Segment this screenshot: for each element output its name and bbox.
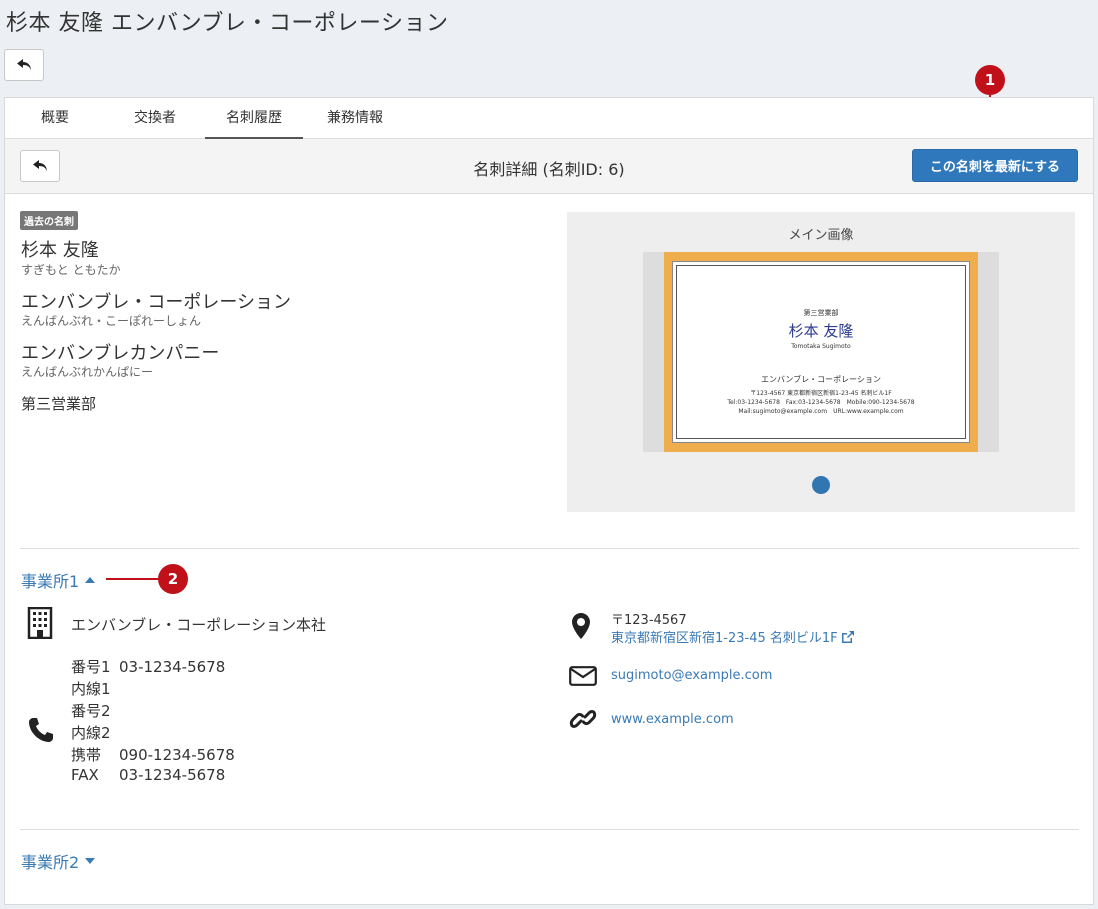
divider bbox=[20, 829, 1079, 830]
page-title: 杉本 友隆 エンバンブレ・コーポレーション bbox=[6, 11, 449, 36]
phone-icon bbox=[29, 718, 53, 742]
card-company: エンバンブレ・コーポレーション bbox=[761, 375, 881, 384]
tab-bar: 概要 交換者 名刺履歴 兼務情報 bbox=[5, 98, 1093, 139]
card-name: 杉本 友隆 bbox=[788, 322, 854, 340]
company-alt-kana: えんばんぶれかんぱにー bbox=[21, 365, 154, 379]
phone-row: 内線1 bbox=[71, 678, 119, 699]
office1-toggle[interactable]: 事業所1 bbox=[21, 568, 96, 592]
website-link[interactable]: www.example.com bbox=[611, 712, 734, 727]
phone-value: 03-1234-5678 bbox=[119, 658, 226, 676]
phone-label: FAX bbox=[71, 766, 99, 784]
callout-2-line bbox=[106, 578, 158, 580]
tab-overview[interactable]: 概要 bbox=[5, 98, 105, 139]
card-tel: Tel:03-1234-5678 Fax:03-1234-5678 Mobile… bbox=[727, 399, 915, 406]
link-icon bbox=[569, 710, 597, 728]
caret-up-icon bbox=[85, 577, 96, 583]
external-link-icon bbox=[841, 631, 854, 643]
main-image-panel: メイン画像 第三営業部 杉本 友隆 Tomotaka Sugimoto エンバン… bbox=[567, 212, 1075, 512]
divider bbox=[20, 548, 1079, 549]
phone-label: 携帯 bbox=[71, 746, 102, 764]
main-image-label: メイン画像 bbox=[788, 228, 854, 243]
phone-row: 番号2 bbox=[71, 700, 119, 721]
company-kana: えんばんぶれ・こーぽれーしょん bbox=[21, 314, 202, 328]
person-name: 杉本 友隆 bbox=[21, 240, 99, 261]
main-panel: 概要 交換者 名刺履歴 兼務情報 名刺詳細 (名刺ID: 6) この名刺を最新に… bbox=[4, 97, 1094, 905]
phone-row: FAX 03-1234-5678 bbox=[71, 766, 225, 784]
map-marker-icon bbox=[572, 613, 590, 639]
phone-value: 090-1234-5678 bbox=[119, 746, 235, 764]
phone-label: 内線2 bbox=[71, 724, 111, 742]
phone-row: 携帯 090-1234-5678 bbox=[71, 744, 235, 765]
address-link[interactable]: 東京都新宿区新宿1-23-45 名刺ビル1F bbox=[611, 627, 854, 646]
company-name: エンバンブレ・コーポレーション bbox=[21, 292, 291, 313]
tab-card-history[interactable]: 名刺履歴 bbox=[205, 98, 303, 139]
card-dept: 第三営業部 bbox=[803, 309, 839, 317]
phone-label: 番号2 bbox=[71, 702, 111, 720]
detail-header: 名刺詳細 (名刺ID: 6) この名刺を最新にする bbox=[5, 139, 1093, 194]
back-button[interactable] bbox=[4, 49, 44, 81]
card-address: 〒123-4567 東京都新宿区新宿1-23-45 名刺ビル1F bbox=[750, 390, 892, 397]
card-mail: Mail:sugimoto@example.com URL:www.exampl… bbox=[738, 408, 904, 415]
tab-exchangers[interactable]: 交換者 bbox=[105, 98, 205, 139]
back-arrow-icon bbox=[16, 59, 31, 71]
envelope-icon bbox=[569, 666, 597, 686]
past-card-badge: 過去の名刺 bbox=[20, 211, 78, 230]
office1-name: エンバンブレ・コーポレーション本社 bbox=[71, 616, 327, 634]
carousel-dot[interactable] bbox=[812, 476, 830, 494]
callout-1: 1 bbox=[975, 65, 1005, 95]
person-kana: すぎもと ともたか bbox=[21, 263, 121, 277]
office2-label: 事業所2 bbox=[21, 853, 80, 872]
postal-code: 〒123-4567 bbox=[611, 613, 687, 628]
phone-label: 番号1 bbox=[71, 658, 111, 676]
make-latest-button[interactable]: この名刺を最新にする bbox=[912, 149, 1078, 182]
phone-value: 03-1234-5678 bbox=[119, 766, 226, 784]
email-link[interactable]: sugimoto@example.com bbox=[611, 668, 772, 683]
tab-concurrent-info[interactable]: 兼務情報 bbox=[305, 98, 405, 139]
business-card-image: 第三営業部 杉本 友隆 Tomotaka Sugimoto エンバンブレ・コーポ… bbox=[672, 261, 970, 443]
company-name-alt: エンバンブレカンパニー bbox=[21, 343, 220, 364]
callout-2: 2 bbox=[158, 564, 188, 594]
office1-label: 事業所1 bbox=[21, 572, 80, 591]
card-image-frame[interactable]: 第三営業部 杉本 友隆 Tomotaka Sugimoto エンバンブレ・コーポ… bbox=[643, 252, 999, 452]
phone-row: 番号1 03-1234-5678 bbox=[71, 656, 225, 677]
card-romaji: Tomotaka Sugimoto bbox=[791, 343, 851, 350]
office2-toggle[interactable]: 事業所2 bbox=[21, 849, 96, 873]
caret-down-icon bbox=[85, 858, 96, 864]
card-image-highlight: 第三営業部 杉本 友隆 Tomotaka Sugimoto エンバンブレ・コーポ… bbox=[664, 252, 978, 452]
phone-label: 内線1 bbox=[71, 680, 111, 698]
address-text: 東京都新宿区新宿1-23-45 名刺ビル1F bbox=[611, 631, 838, 646]
building-icon bbox=[27, 607, 53, 639]
department: 第三営業部 bbox=[21, 395, 97, 413]
phone-row: 内線2 bbox=[71, 722, 119, 743]
